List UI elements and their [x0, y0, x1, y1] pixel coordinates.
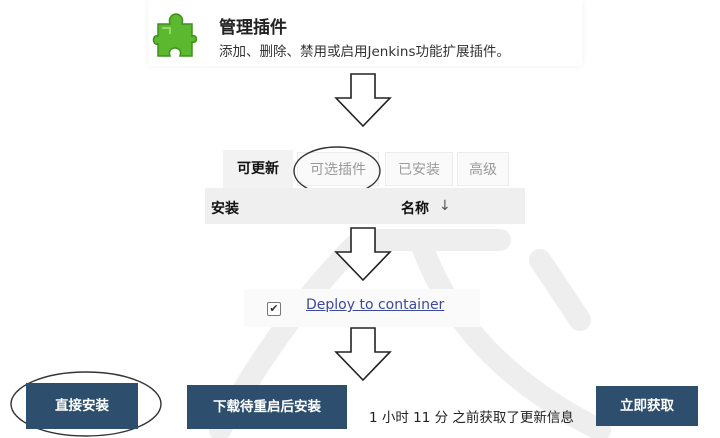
fetch-now-button[interactable]: 立即获取: [596, 386, 698, 426]
card-description: 添加、删除、禁用或启用Jenkins功能扩展插件。: [219, 44, 511, 60]
install-now-button[interactable]: 直接安装: [26, 383, 138, 429]
update-status-text: 1 小时 11 分 之前获取了更新信息: [369, 410, 574, 426]
down-arrow-icon: [334, 227, 392, 282]
plugin-checkbox[interactable]: ✔: [267, 302, 281, 316]
column-name[interactable]: 名称: [401, 198, 429, 218]
tab-updates[interactable]: 可更新: [223, 150, 293, 188]
down-arrow-icon: [334, 327, 392, 382]
table-header: 安装 名称 ↓: [205, 188, 525, 224]
tab-advanced[interactable]: 高级: [457, 152, 509, 186]
install-after-restart-button[interactable]: 下载待重启后安装: [187, 385, 347, 429]
column-install: 安装: [211, 201, 239, 217]
plugin-name-link[interactable]: Deploy to container: [306, 297, 444, 313]
table-row: ✔ Deploy to container: [244, 289, 480, 327]
tab-installed[interactable]: 已安装: [385, 152, 453, 186]
down-arrow-icon: [334, 73, 392, 128]
card-title: 管理插件: [219, 18, 287, 38]
puzzle-piece-icon: [152, 13, 198, 57]
sort-arrow-icon[interactable]: ↓: [439, 198, 451, 214]
